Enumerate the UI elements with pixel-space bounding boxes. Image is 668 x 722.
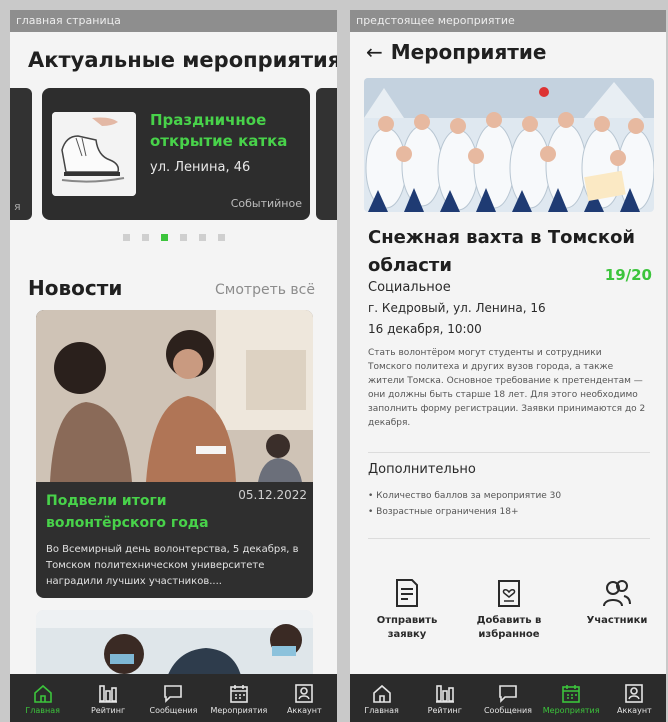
tab-home[interactable]: Главная [350, 674, 413, 722]
event-address: ул. Ленина, 46 [150, 160, 251, 175]
tab-account[interactable]: Аккаунт [603, 674, 666, 722]
header: ← Мероприятие [366, 40, 546, 64]
tab-messages[interactable]: Сообщения [476, 674, 539, 722]
participants-label: Участники [586, 615, 648, 626]
divider [368, 452, 650, 453]
next-news-photo [36, 610, 313, 680]
event-datetime: 16 декабря, 10:00 [368, 322, 482, 336]
participants-button[interactable]: Участники [572, 578, 662, 628]
participants-icon [603, 580, 631, 607]
tab-label: Рейтинг [427, 706, 462, 715]
tab-label: Сообщения [149, 706, 198, 715]
tab-events[interactable]: Мероприятия [540, 674, 603, 722]
skate-image [52, 112, 136, 196]
event-category: Событийное [230, 197, 302, 210]
tab-label: Главная [25, 706, 60, 715]
event-screen: предстоящее мероприятие ← Мероприятие Сн… [350, 10, 666, 722]
carousel-dot[interactable] [198, 234, 206, 241]
event-title: Снежная вахта в Томской области [368, 227, 636, 276]
tab-bar: Главная Рейтинг Сообщения Мероприятия Аккаун… [10, 674, 337, 722]
see-all-link[interactable]: Смотреть всё [215, 282, 315, 298]
section-title: Актуальные мероприятия [28, 48, 337, 72]
carousel-dot[interactable] [160, 234, 168, 241]
home-screen: главная страница Актуальные мероприятия … [10, 10, 337, 722]
news-title: Подвели итоги волонтёрского года [46, 493, 209, 531]
event-address: г. Кедровый, ул. Ленина, 16 [368, 301, 546, 315]
screen-caption: главная страница [10, 10, 337, 32]
message-icon [141, 682, 206, 704]
tab-label: Аккаунт [617, 706, 652, 715]
add-favorite-button[interactable]: Добавить в избранное [464, 578, 554, 642]
calendar-icon [206, 682, 271, 704]
user-icon [272, 682, 337, 704]
tab-messages[interactable]: Сообщения [141, 674, 206, 722]
divider [368, 538, 650, 539]
calendar-icon [540, 682, 603, 704]
extra-heading: Дополнительно [368, 462, 476, 477]
send-application-label: Отправить заявку [376, 615, 438, 640]
tab-label: Мероприятия [542, 706, 600, 715]
tab-account[interactable]: Аккаунт [272, 674, 337, 722]
chart-icon [75, 682, 140, 704]
page-title: Мероприятие [390, 40, 547, 64]
news-excerpt: Во Всемирный день волонтерства, 5 декабр… [46, 544, 299, 587]
tab-bar: Главная Рейтинг Сообщения Мероприятия Аккаун… [350, 674, 666, 722]
tab-rating[interactable]: Рейтинг [75, 674, 140, 722]
tab-label: Мероприятия [210, 706, 268, 715]
news-card[interactable]: 05.12.2022 Подвели итоги волонтёрского г… [36, 310, 313, 598]
event-description: Стать волонтёром могут студенты и сотруд… [368, 348, 646, 428]
add-favorite-label: Добавить в избранное [476, 615, 542, 640]
carousel-dot[interactable] [141, 234, 149, 241]
tab-label: Сообщения [483, 706, 532, 715]
participants-count: 19/20 [604, 266, 652, 284]
tab-events[interactable]: Мероприятия [206, 674, 271, 722]
next-news-card[interactable] [36, 610, 313, 680]
carousel-dot[interactable] [179, 234, 187, 241]
user-icon [603, 682, 666, 704]
chart-icon [413, 682, 476, 704]
prev-event-card[interactable]: я [10, 88, 32, 220]
event-card[interactable]: Праздничное открытие катка ул. Ленина, 4… [42, 88, 310, 220]
next-event-card[interactable] [316, 88, 337, 220]
extra-list: Количество баллов за мероприятие 30 Возр… [368, 488, 561, 520]
send-application-button[interactable]: Отправить заявку [362, 578, 452, 642]
event-category: Социальное [368, 280, 451, 295]
tab-label: Рейтинг [90, 706, 126, 715]
tab-home[interactable]: Главная [10, 674, 75, 722]
carousel-dot[interactable] [122, 234, 130, 241]
prev-card-fragment: я [14, 200, 21, 213]
extra-item: Возрастные ограничения 18+ [368, 504, 561, 520]
document-icon [396, 579, 418, 607]
event-title: Праздничное открытие катка [150, 111, 288, 150]
favorite-clipboard-icon [498, 580, 520, 607]
tab-rating[interactable]: Рейтинг [413, 674, 476, 722]
news-heading: Новости [28, 276, 123, 300]
message-icon [476, 682, 539, 704]
event-photo [364, 78, 654, 212]
carousel-dot[interactable] [217, 234, 225, 241]
carousel-indicator [10, 234, 337, 241]
screen-caption: предстоящее мероприятие [350, 10, 666, 32]
tab-label: Главная [364, 706, 399, 715]
tab-label: Аккаунт [286, 706, 322, 715]
back-arrow-icon[interactable]: ← [366, 40, 383, 64]
extra-item: Количество баллов за мероприятие 30 [368, 488, 561, 504]
home-icon [10, 682, 75, 704]
news-photo [36, 310, 313, 482]
home-icon [350, 682, 413, 704]
